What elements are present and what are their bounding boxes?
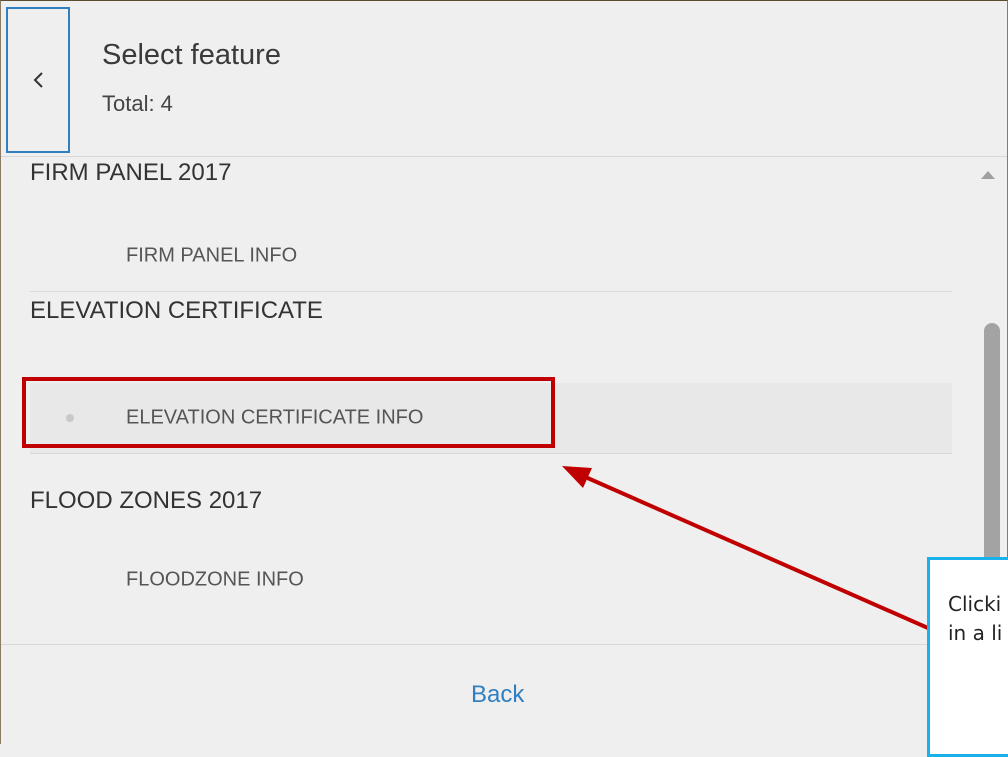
total-value: 4 <box>160 91 173 116</box>
page-title: Select feature <box>102 39 281 71</box>
callout-line-2: in a li <box>948 621 1003 645</box>
annotation-callout: Clicki in a li <box>927 557 1008 757</box>
back-button[interactable]: Back <box>471 681 524 709</box>
group-title-elevation-certificate: ELEVATION CERTIFICATE <box>30 297 323 324</box>
list-item-firm-panel-info[interactable]: FIRM PANEL INFO <box>30 221 952 291</box>
list-item-label: FIRM PANEL INFO <box>126 244 298 267</box>
annotation-callout-text: Clicki in a li <box>948 590 1008 648</box>
total-count: Total: 4 <box>102 91 173 117</box>
back-chevron-button[interactable] <box>6 7 70 153</box>
panel-footer: Back <box>1 644 1007 744</box>
chevron-left-icon <box>33 72 43 88</box>
list-item-label: FLOODZONE INFO <box>126 568 304 591</box>
divider <box>30 291 952 292</box>
total-label: Total: <box>102 91 155 116</box>
group-title-firm-panel: FIRM PANEL 2017 <box>30 159 232 186</box>
list-item-floodzone-info[interactable]: FLOODZONE INFO <box>30 545 952 615</box>
callout-line-1: Clicki <box>948 592 1002 616</box>
group-title-flood-zones: FLOOD ZONES 2017 <box>30 487 263 514</box>
divider <box>30 453 952 454</box>
scroll-up-arrow-icon[interactable] <box>981 171 995 179</box>
annotation-highlight-box <box>22 377 555 448</box>
panel-header: Select feature Total: 4 <box>1 1 1007 157</box>
feature-panel: Select feature Total: 4 FIRM PANEL 2017 F… <box>0 0 1008 744</box>
